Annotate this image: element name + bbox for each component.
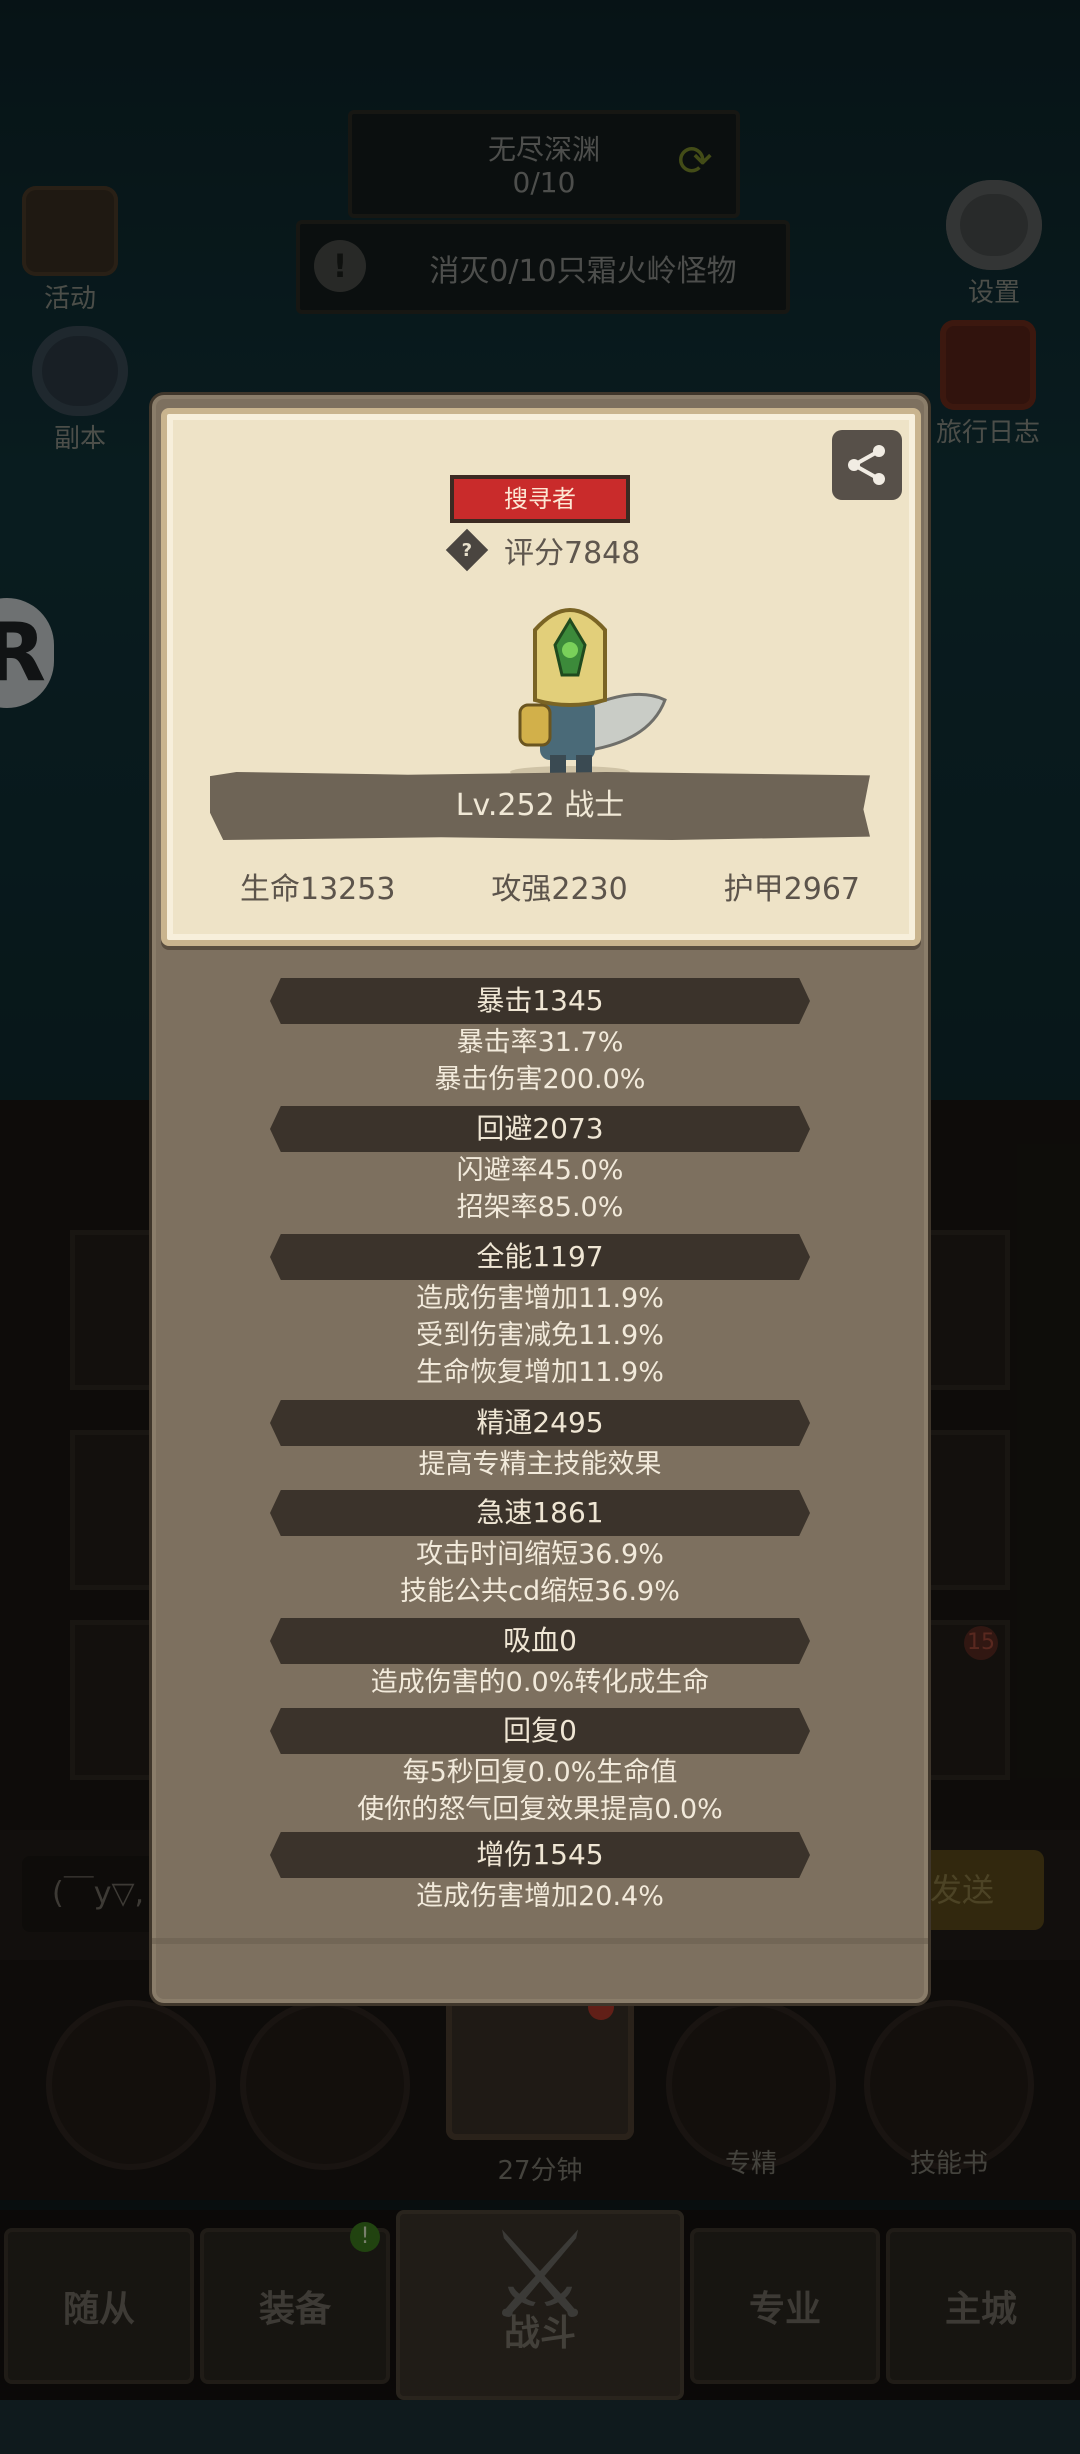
stat-header: 全能1197 <box>270 1234 810 1280</box>
stat-detail: 提高专精主技能效果 <box>418 1449 662 1480</box>
stat-section-versatility: 全能1197 造成伤害增加11.9% 受到伤害减免11.9% 生命恢复增加11.… <box>152 1234 928 1391</box>
stat-section-regen: 回复0 每5秒回复0.0%生命值 使你的怒气回复效果提高0.0% <box>152 1708 928 1828</box>
stat-detail: 造成伤害增加11.9% <box>416 1283 664 1314</box>
stat-section-dodge: 回避2073 闪避率45.0% 招架率85.0% <box>152 1106 928 1226</box>
stat-detail: 每5秒回复0.0%生命值 <box>402 1757 678 1788</box>
warrior-character-sprite <box>510 608 667 778</box>
stat-header: 急速1861 <box>270 1490 810 1536</box>
stat-detail: 技能公共cd缩短36.9% <box>400 1576 680 1607</box>
title-badge: 搜寻者 <box>450 475 630 523</box>
stat-detail: 暴击率31.7% <box>456 1027 624 1058</box>
stat-section-damage-increase: 增伤1545 造成伤害增加20.4% <box>152 1832 928 1915</box>
stat-detail: 造成伤害增加20.4% <box>416 1881 664 1912</box>
hp-stat: 生命13253 <box>240 872 396 907</box>
score-row: ? 评分7848 <box>444 528 640 572</box>
stat-detail: 生命恢复增加11.9% <box>416 1357 664 1388</box>
stat-header: 回避2073 <box>270 1106 810 1152</box>
stat-detail: 受到伤害减免11.9% <box>416 1320 664 1351</box>
stat-section-crit: 暴击1345 暴击率31.7% 暴击伤害200.0% <box>152 978 928 1098</box>
stat-detail: 招架率85.0% <box>456 1192 624 1223</box>
stat-header: 回复0 <box>270 1708 810 1754</box>
score-text: 评分7848 <box>504 536 641 571</box>
stat-detail: 造成伤害的0.0%转化成生命 <box>370 1667 710 1698</box>
level-class-bar: Lv.252 战士 <box>210 772 870 840</box>
stat-detail: 暴击伤害200.0% <box>434 1064 646 1095</box>
stat-detail: 攻击时间缩短36.9% <box>416 1539 664 1570</box>
panel-curl-decoration <box>152 1938 928 1944</box>
stat-detail: 使你的怒气回复效果提高0.0% <box>357 1794 723 1825</box>
question-diamond-icon[interactable]: ? <box>445 528 489 572</box>
attack-power-stat: 攻强2230 <box>491 872 628 907</box>
armor-stat: 护甲2967 <box>723 872 860 907</box>
stat-header: 增伤1545 <box>270 1832 810 1878</box>
stat-detail: 闪避率45.0% <box>456 1155 624 1186</box>
share-icon <box>848 445 885 485</box>
share-button[interactable] <box>832 430 902 500</box>
stat-header: 暴击1345 <box>270 978 810 1024</box>
stat-header: 精通2495 <box>270 1400 810 1446</box>
base-stats-row: 生命13253 攻强2230 护甲2967 <box>200 864 880 908</box>
stat-header: 吸血0 <box>270 1618 810 1664</box>
stat-section-haste: 急速1861 攻击时间缩短36.9% 技能公共cd缩短36.9% <box>152 1490 928 1610</box>
stat-section-lifesteal: 吸血0 造成伤害的0.0%转化成生命 <box>152 1618 928 1701</box>
stat-section-mastery: 精通2495 提高专精主技能效果 <box>152 1400 928 1483</box>
